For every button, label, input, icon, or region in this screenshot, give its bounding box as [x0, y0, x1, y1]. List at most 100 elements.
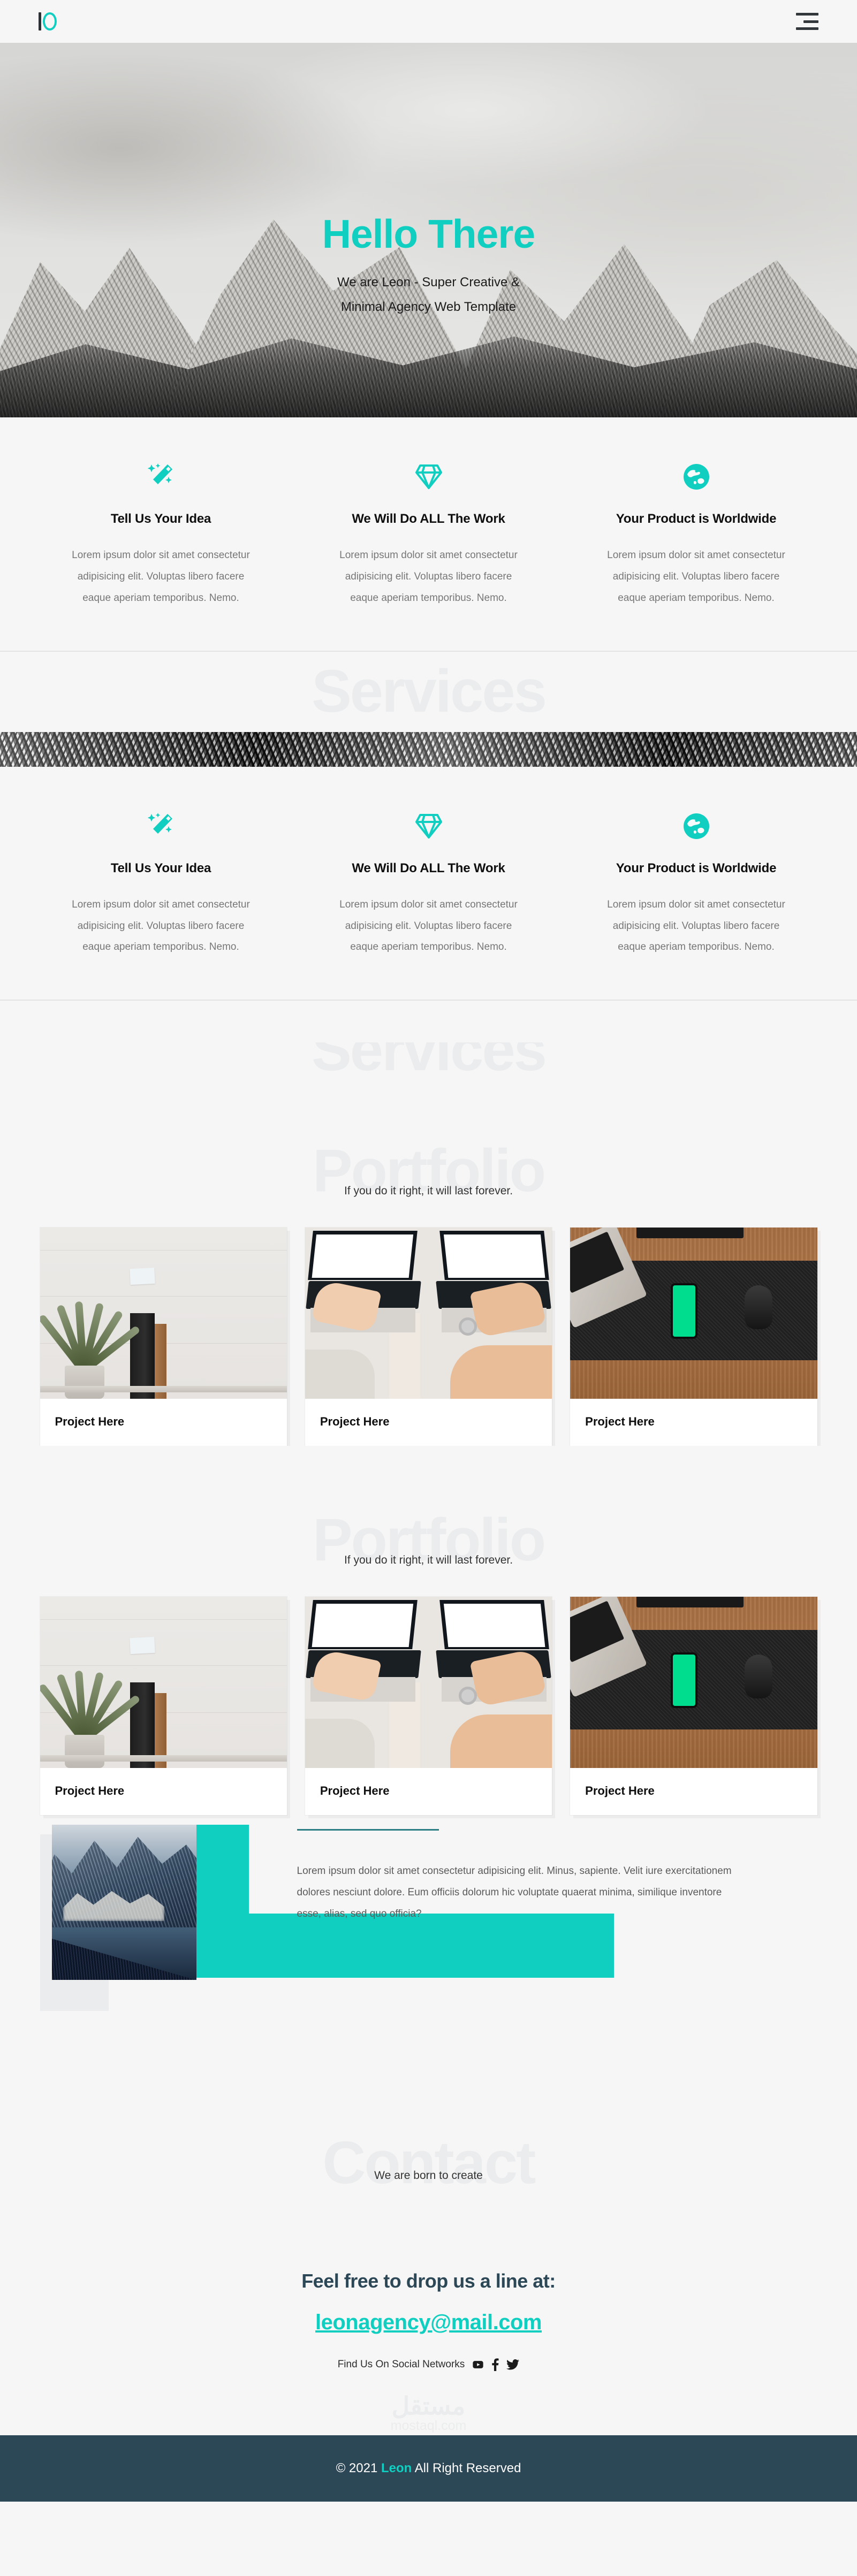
hero-section: Hello There We are Leon - Super Creative…	[0, 43, 857, 417]
logo-bar-icon	[39, 12, 41, 31]
services-banner: Services	[0, 651, 857, 767]
contact-ghost-heading: Contact	[322, 2129, 536, 2197]
diamond-icon	[338, 805, 520, 847]
features-grid: Tell Us Your Idea Lorem ipsum dolor sit …	[43, 456, 814, 609]
youtube-icon[interactable]	[472, 2359, 484, 2371]
about-divider	[297, 1829, 439, 1831]
plant-and-frames-photo	[40, 1228, 287, 1399]
portfolio-card-caption: Project Here	[55, 1415, 125, 1429]
site-footer: © 2021 Leon All Right Reserved	[0, 2435, 857, 2502]
feature-card: Your Product is Worldwide Lorem ipsum do…	[579, 456, 814, 609]
feature-text: Lorem ipsum dolor sit amet consectetur a…	[72, 550, 250, 604]
hero-copy: Hello There We are Leon - Super Creative…	[0, 214, 857, 319]
about-section: Lorem ipsum dolor sit amet consectetur a…	[0, 1815, 857, 2082]
hero-title: Hello There	[322, 211, 535, 256]
portfolio-section-1: Project Here Project Here Project Here	[0, 1216, 857, 1446]
feature-title: Your Product is Worldwide	[616, 512, 777, 526]
hero-subtitle: We are Leon - Super Creative & Minimal A…	[279, 270, 579, 319]
feature-title: Your Product is Worldwide	[616, 860, 777, 875]
portfolio-grid: Project Here Project Here Project Here	[40, 1597, 817, 1816]
feature-text: Lorem ipsum dolor sit amet consectetur a…	[607, 550, 785, 604]
portfolio-card[interactable]: Project Here	[570, 1228, 817, 1446]
services-ghost-heading: Services	[312, 1042, 547, 1081]
services-ghost-clip: Services	[0, 1042, 857, 1081]
feature-text: Lorem ipsum dolor sit amet consectetur a…	[607, 898, 785, 953]
portfolio-card[interactable]: Project Here	[305, 1597, 552, 1816]
portfolio-card-caption: Project Here	[320, 1415, 390, 1429]
burger-line-top	[796, 13, 818, 16]
feature-text: Lorem ipsum dolor sit amet consectetur a…	[339, 550, 518, 604]
globe-icon	[605, 805, 787, 847]
feature-title: Tell Us Your Idea	[110, 860, 211, 875]
portfolio-grid: Project Here Project Here Project Here	[40, 1228, 817, 1446]
feature-card: We Will Do ALL The Work Lorem ipsum dolo…	[311, 456, 547, 609]
feature-card: Your Product is Worldwide Lorem ipsum do…	[579, 805, 814, 958]
globe-icon	[605, 456, 787, 498]
mountain-valley-photo	[51, 1825, 196, 1980]
hands-typing-laptops-photo	[305, 1597, 552, 1769]
services-ghost-heading: Services	[312, 657, 547, 725]
portfolio-card-caption: Project Here	[320, 1784, 390, 1798]
feature-title: We Will Do ALL The Work	[352, 512, 505, 526]
portfolio-heading-section-1: Portfolio If you do it right, it will la…	[0, 1099, 857, 1216]
hero-subtitle-line2: Minimal Agency Web Template	[340, 299, 517, 314]
portfolio-card[interactable]: Project Here	[305, 1228, 552, 1446]
feature-card: Tell Us Your Idea Lorem ipsum dolor sit …	[43, 456, 279, 609]
plant-and-frames-photo	[40, 1597, 287, 1769]
magic-wand-icon	[70, 805, 252, 847]
social-row: Find Us On Social Networks	[0, 2358, 857, 2372]
feature-title: We Will Do ALL The Work	[352, 860, 505, 875]
twitter-icon[interactable]	[506, 2359, 520, 2370]
feature-title: Tell Us Your Idea	[110, 512, 211, 526]
burger-line-middle	[803, 20, 818, 23]
contact-subtitle: We are born to create	[374, 2169, 483, 2182]
site-header	[0, 0, 857, 43]
portfolio-subtitle: If you do it right, it will last forever…	[344, 1554, 513, 1567]
hamburger-menu-icon[interactable]	[796, 13, 818, 30]
about-copy: Lorem ipsum dolor sit amet consectetur a…	[265, 1825, 817, 1925]
footer-copyright: © 2021 Leon All Right Reserved	[336, 2461, 521, 2476]
portfolio-subtitle: If you do it right, it will last forever…	[344, 1185, 513, 1198]
feature-text: Lorem ipsum dolor sit amet consectetur a…	[72, 898, 250, 953]
feature-card: Tell Us Your Idea Lorem ipsum dolor sit …	[43, 805, 279, 958]
contact-section: Contact We are born to create Feel free …	[0, 2082, 857, 2436]
portfolio-card[interactable]: Project Here	[40, 1597, 287, 1816]
services-heading-section: Services	[0, 1001, 857, 1100]
portfolio-card[interactable]: Project Here	[40, 1228, 287, 1446]
social-label: Find Us On Social Networks	[337, 2359, 465, 2371]
magic-wand-icon	[70, 456, 252, 498]
portfolio-card-caption: Project Here	[585, 1784, 655, 1798]
hero-subtitle-line1: We are Leon - Super Creative &	[337, 275, 520, 289]
portfolio-card-caption: Project Here	[55, 1784, 125, 1798]
portfolio-card[interactable]: Project Here	[570, 1597, 817, 1816]
feature-card: We Will Do ALL The Work Lorem ipsum dolo…	[311, 805, 547, 958]
portfolio-section-2: Project Here Project Here Project Here	[0, 1585, 857, 1816]
features-section-1: Tell Us Your Idea Lorem ipsum dolor sit …	[0, 417, 857, 651]
watermark-latin: mostaql.com	[390, 2418, 467, 2433]
contact-heading: Contact We are born to create	[0, 2133, 857, 2200]
footer-prefix: © 2021	[336, 2461, 381, 2476]
watermark-arabic: مستقل	[391, 2391, 466, 2420]
desk-phone-mouse-photo	[570, 1228, 817, 1399]
logo-ring-icon	[43, 12, 57, 31]
burger-line-bottom	[796, 27, 818, 30]
about-text: Lorem ipsum dolor sit amet consectetur a…	[297, 1865, 732, 1920]
contact-email-link[interactable]: leonagency@mail.com	[315, 2311, 542, 2335]
mostaql-watermark: مستقل mostaql.com	[0, 2390, 857, 2435]
facebook-icon[interactable]	[491, 2358, 499, 2372]
about-visual	[40, 1825, 614, 2011]
portfolio-card-caption: Project Here	[585, 1415, 655, 1429]
about-teal-vertical-block	[196, 1825, 249, 1914]
features-section-2: Tell Us Your Idea Lorem ipsum dolor sit …	[0, 766, 857, 1000]
features-grid: Tell Us Your Idea Lorem ipsum dolor sit …	[43, 805, 814, 958]
about-inner: Lorem ipsum dolor sit amet consectetur a…	[40, 1825, 817, 2011]
mountain-strip-image	[0, 731, 857, 767]
contact-invite-text: Feel free to drop us a line at:	[301, 2270, 556, 2292]
desk-phone-mouse-photo	[570, 1597, 817, 1769]
portfolio-heading-section-2: Portfolio If you do it right, it will la…	[0, 1446, 857, 1586]
footer-suffix: All Right Reserved	[412, 2461, 521, 2476]
leon-logo[interactable]	[39, 10, 57, 33]
footer-brand: Leon	[381, 2461, 412, 2476]
feature-text: Lorem ipsum dolor sit amet consectetur a…	[339, 898, 518, 953]
diamond-icon	[338, 456, 520, 498]
